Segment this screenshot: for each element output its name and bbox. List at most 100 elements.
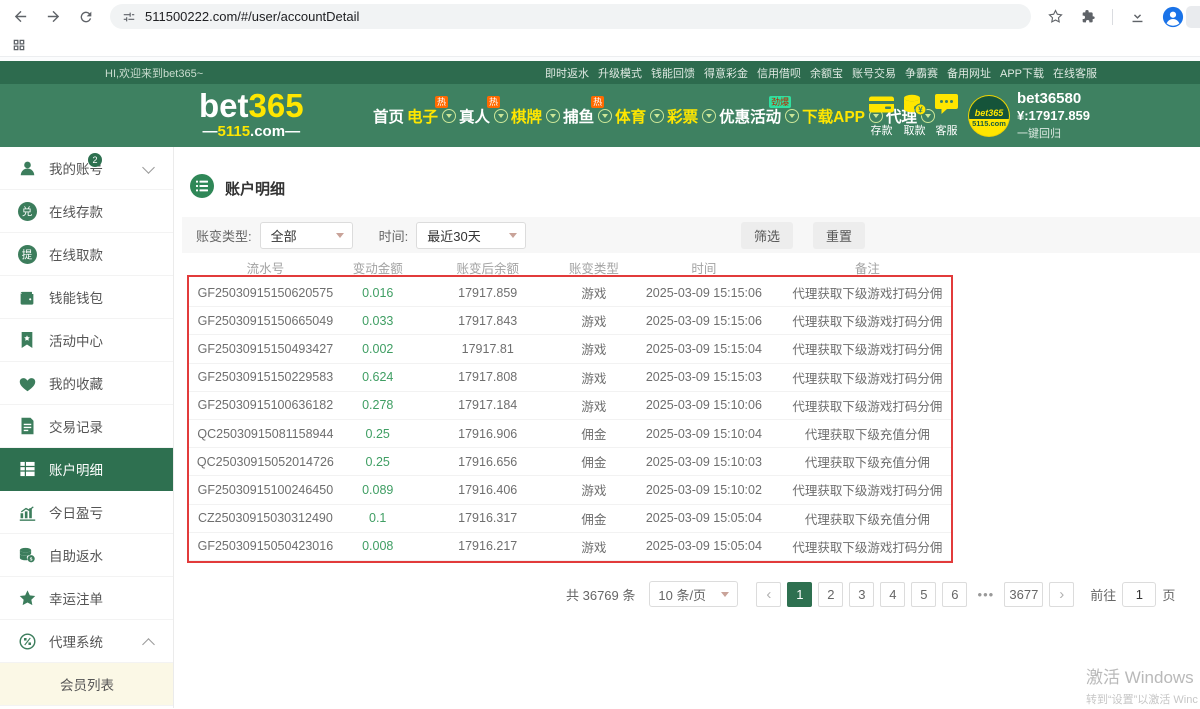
sidebar-item-activity-center[interactable]: 活动中心 bbox=[0, 319, 173, 362]
quick-actions: 存款 ¥取款客服 bbox=[868, 93, 966, 138]
table-cell: 0.033 bbox=[342, 314, 414, 328]
table-cell: 0.008 bbox=[342, 539, 414, 553]
quick-action-deposit[interactable]: 存款 bbox=[868, 93, 895, 138]
table-cell: 代理获取下级充值分佣 bbox=[782, 424, 953, 443]
sidebar-item-lucky-bets[interactable]: 幸运注单 bbox=[0, 577, 173, 620]
apps-grid-icon[interactable] bbox=[12, 38, 26, 52]
topbar-link[interactable]: 钱能回馈 bbox=[651, 65, 695, 81]
sidebar-item-online-withdraw[interactable]: 提在线取款 bbox=[0, 233, 173, 276]
downloads-icon[interactable] bbox=[1129, 8, 1146, 25]
nav-item-chess[interactable]: 棋牌 bbox=[511, 105, 560, 127]
chevron-down-icon bbox=[494, 109, 508, 123]
page-button[interactable]: 2 bbox=[818, 582, 843, 607]
page-button[interactable]: 1 bbox=[787, 582, 812, 607]
sidebar-item-agent-system[interactable]: 代理系统 bbox=[0, 620, 173, 663]
sidebar-item-online-deposit[interactable]: 兑在线存款 bbox=[0, 190, 173, 233]
url-text[interactable]: 511500222.com/#/user/accountDetail bbox=[145, 9, 359, 24]
sidebar-item-member-list[interactable]: 会员列表 bbox=[0, 663, 173, 706]
sidebar-item-self-rebate[interactable]: $自助返水 bbox=[0, 534, 173, 577]
chart-icon bbox=[17, 504, 37, 521]
table-row: GF250309151006361820.27817917.184游戏2025-… bbox=[189, 392, 953, 420]
table-cell: 游戏 bbox=[562, 480, 626, 499]
back-icon[interactable] bbox=[12, 8, 29, 25]
page-size-select[interactable]: 10 条/页 bbox=[649, 581, 738, 607]
table-row: QC250309150520147260.2517916.656佣金2025-0… bbox=[189, 448, 953, 476]
chevron-down-icon bbox=[546, 109, 560, 123]
sidebar-item-my-account[interactable]: 我的账号2 bbox=[0, 147, 173, 190]
topbar-link[interactable]: 信用借呗 bbox=[757, 65, 801, 81]
url-bar[interactable]: 511500222.com/#/user/accountDetail bbox=[110, 4, 1031, 29]
column-header: 时间 bbox=[626, 258, 782, 277]
nav-item-label: 下载APP bbox=[802, 105, 865, 127]
chevron-down-icon bbox=[650, 109, 664, 123]
reset-button[interactable]: 重置 bbox=[813, 222, 865, 249]
coins-yuan-icon: ¥ bbox=[902, 93, 927, 121]
table-cell: 2025-03-09 15:15:06 bbox=[626, 314, 782, 328]
topbar-link[interactable]: APP下载 bbox=[1000, 65, 1044, 81]
table-row: CZ250309150303124900.117916.317佣金2025-03… bbox=[189, 505, 953, 533]
topbar-link[interactable]: 争霸赛 bbox=[905, 65, 938, 81]
topbar-link[interactable]: 余额宝 bbox=[810, 65, 843, 81]
withdraw-circle-icon: 提 bbox=[18, 245, 37, 264]
nav-item-promotions[interactable]: 优惠活动劲爆 bbox=[719, 105, 799, 127]
nav-item-home[interactable]: 首页 bbox=[373, 105, 404, 127]
sidebar-item-qianneng-wallet[interactable]: 钱能钱包 bbox=[0, 276, 173, 319]
ribbon-icon bbox=[17, 331, 37, 349]
type-select-value: 全部 bbox=[271, 226, 297, 245]
nav-item-sports[interactable]: 体育 bbox=[615, 105, 664, 127]
topbar-link[interactable]: 得意彩金 bbox=[704, 65, 748, 81]
profile-avatar[interactable] bbox=[1162, 6, 1184, 28]
refresh-icon[interactable] bbox=[78, 9, 94, 25]
sidebar-item-account-detail[interactable]: 账户明细 bbox=[0, 448, 173, 491]
type-select[interactable]: 全部 bbox=[260, 222, 353, 249]
nav-item-slots[interactable]: 电子热 bbox=[407, 105, 456, 127]
bookmark-star-icon[interactable] bbox=[1047, 8, 1064, 25]
table-cell: GF25030915100246450 bbox=[189, 483, 342, 497]
app-root: 511500222.com/#/user/accountDetail HI,欢迎… bbox=[0, 0, 1200, 709]
table-cell: 游戏 bbox=[562, 537, 626, 556]
quick-action-withdraw[interactable]: ¥取款 bbox=[902, 93, 927, 138]
toolbar-divider bbox=[1112, 9, 1113, 25]
site-topbar: HI,欢迎来到bet365~ 即时返水升级模式钱能回馈得意彩金信用借呗余额宝账号… bbox=[0, 61, 1200, 84]
welcome-text: HI,欢迎来到bet365~ bbox=[105, 65, 203, 81]
page-button[interactable]: 6 bbox=[942, 582, 967, 607]
header-right: 存款¥取款客服 bet365 5115.com bet36580 ¥:17917… bbox=[868, 84, 1090, 147]
quick-action-label: 客服 bbox=[936, 122, 958, 138]
table-cell: 17916.317 bbox=[414, 511, 562, 525]
site-settings-icon[interactable] bbox=[122, 10, 136, 24]
pagination-ellipsis[interactable]: ••• bbox=[973, 582, 998, 607]
goto-page-input[interactable] bbox=[1122, 582, 1156, 607]
page-button[interactable]: 5 bbox=[911, 582, 936, 607]
sidebar-item-label: 会员列表 bbox=[60, 674, 114, 694]
site-logo[interactable]: bet365 —5115.com— bbox=[199, 89, 304, 139]
table-cell: 17917.81 bbox=[414, 342, 562, 356]
prev-page-button[interactable]: ‹ bbox=[756, 582, 781, 607]
sidebar-item-my-favorites[interactable]: 我的收藏 bbox=[0, 362, 173, 405]
table-cell: 游戏 bbox=[562, 339, 626, 358]
table-cell: 0.089 bbox=[342, 483, 414, 497]
side-panel-icon[interactable] bbox=[1186, 6, 1200, 28]
time-select[interactable]: 最近30天 bbox=[416, 222, 526, 249]
one-key-return-link[interactable]: 一键回归 bbox=[1017, 125, 1090, 141]
table-body: GF250309151506205750.01617917.859游戏2025-… bbox=[189, 279, 953, 561]
forward-icon[interactable] bbox=[45, 8, 62, 25]
page-button[interactable]: 3 bbox=[849, 582, 874, 607]
nav-item-lottery[interactable]: 彩票 bbox=[667, 105, 716, 127]
table-cell: GF25030915150229583 bbox=[189, 370, 342, 384]
topbar-link[interactable]: 升级模式 bbox=[598, 65, 642, 81]
filter-button[interactable]: 筛选 bbox=[741, 222, 793, 249]
next-page-button[interactable]: › bbox=[1049, 582, 1074, 607]
extensions-icon[interactable] bbox=[1080, 9, 1096, 25]
page-button[interactable]: 3677 bbox=[1004, 582, 1043, 607]
topbar-link[interactable]: 在线客服 bbox=[1053, 65, 1097, 81]
page-button[interactable]: 4 bbox=[880, 582, 905, 607]
quick-action-service[interactable]: 客服 bbox=[934, 93, 959, 138]
nav-item-fishing[interactable]: 捕鱼热 bbox=[563, 105, 612, 127]
nav-item-live[interactable]: 真人热 bbox=[459, 105, 508, 127]
person-icon bbox=[17, 159, 37, 178]
topbar-link[interactable]: 备用网址 bbox=[947, 65, 991, 81]
topbar-link[interactable]: 账号交易 bbox=[852, 65, 896, 81]
sidebar-item-today-pnl[interactable]: 今日盈亏 bbox=[0, 491, 173, 534]
sidebar-item-transaction-records[interactable]: 交易记录 bbox=[0, 405, 173, 448]
topbar-link[interactable]: 即时返水 bbox=[545, 65, 589, 81]
